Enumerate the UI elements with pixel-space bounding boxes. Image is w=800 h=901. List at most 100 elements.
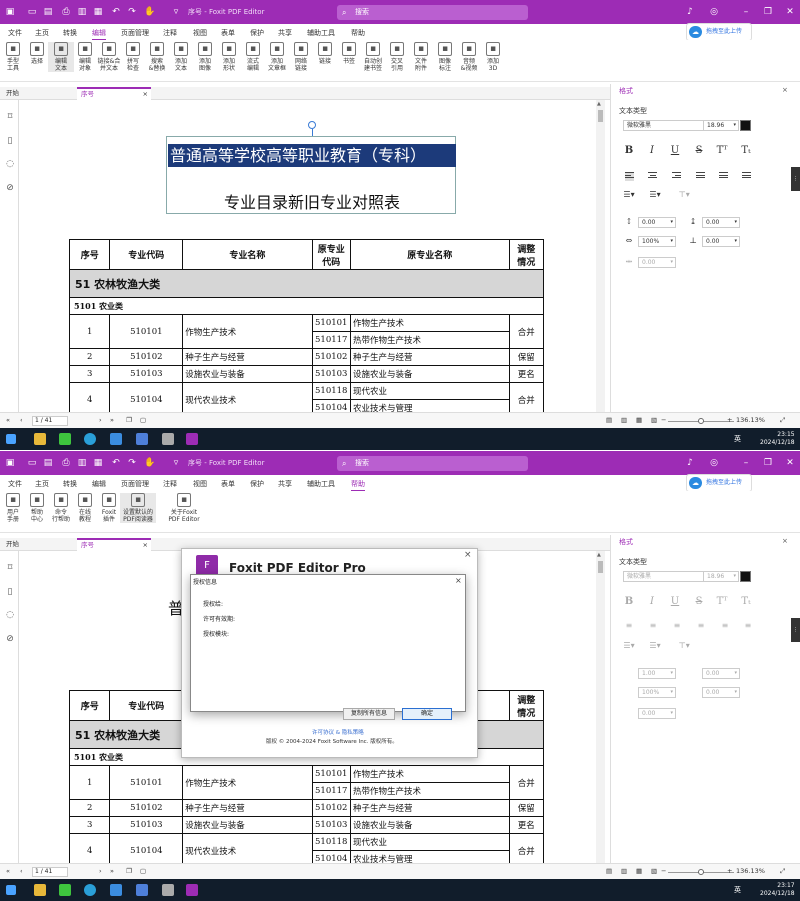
menu-page-manage[interactable]: 页面管理 xyxy=(121,479,149,489)
wechat-icon[interactable] xyxy=(59,433,71,445)
hand-tool-icon[interactable]: ✋ xyxy=(144,6,156,18)
char-spacing-select[interactable]: 0.00 ▾ xyxy=(638,708,676,719)
ribbon-button-cross-ref[interactable]: ▪ 交叉 引用 xyxy=(384,42,410,72)
ribbon-button-media[interactable]: ▪ 音频 &视频 xyxy=(456,42,482,72)
scroll-thumb[interactable] xyxy=(598,110,603,122)
zoom-out-icon[interactable]: − xyxy=(661,867,666,875)
document-title-selected[interactable]: 普通高等学校高等职业教育（专科） xyxy=(168,144,456,167)
panel-close-icon[interactable]: × xyxy=(782,537,788,545)
italic-icon[interactable]: I xyxy=(646,145,658,156)
about-close-icon[interactable]: × xyxy=(464,550,472,560)
minimize-icon[interactable]: – xyxy=(740,457,752,469)
menu-protect[interactable]: 保护 xyxy=(250,479,264,489)
font-family-select[interactable]: 微软雅黑▾ xyxy=(623,120,711,131)
restore-icon[interactable]: ❐ xyxy=(762,6,774,18)
dropdown-icon[interactable]: ▿ xyxy=(170,457,182,469)
line-spacing-select[interactable]: 0.00 ▾ xyxy=(638,217,676,228)
tab-document[interactable]: 序号 × xyxy=(77,538,151,551)
strikethrough-icon[interactable]: S xyxy=(693,596,705,607)
last-page-icon[interactable]: » xyxy=(110,867,114,875)
menu-form[interactable]: 表单 xyxy=(221,28,235,38)
justify-distribute-icon[interactable]: ≡ xyxy=(719,621,731,630)
system-clock[interactable]: 23:15 2024/12/18 xyxy=(760,431,795,447)
facing-icon[interactable]: ▦ xyxy=(636,416,642,424)
windows-start-icon[interactable] xyxy=(6,885,16,895)
close-tab-icon[interactable]: × xyxy=(143,89,148,100)
restore-icon[interactable]: ❐ xyxy=(762,457,774,469)
menu-view[interactable]: 视图 xyxy=(193,28,207,38)
explorer-icon[interactable] xyxy=(34,433,46,445)
document-view[interactable]: 普通高等学校高等职业教育（专科） 专业目录新旧专业对照表 序号 专业代码 专业名称原… xyxy=(19,100,596,412)
line-spacing-select[interactable]: 1.00 ▾ xyxy=(638,668,676,679)
ime-indicator[interactable]: 英 xyxy=(734,885,741,895)
edge-icon[interactable] xyxy=(84,884,96,896)
scroll-up-icon[interactable]: ▲ xyxy=(597,552,601,558)
page-number-input[interactable]: 1 / 41 xyxy=(32,416,68,426)
menu-comment[interactable]: 注释 xyxy=(163,28,177,38)
facing-icon[interactable]: ▦ xyxy=(636,867,642,875)
menu-accessibility[interactable]: 辅助工具 xyxy=(307,479,335,489)
ribbon-button-image-annot[interactable]: ▪ 图像 标注 xyxy=(432,42,458,72)
ribbon-button-add-shape[interactable]: ▪ 添加 形状 xyxy=(216,42,242,72)
ribbon-button-attachment[interactable]: ▪ 文件 附件 xyxy=(408,42,434,72)
search-input[interactable]: ⌕ 搜索 xyxy=(337,5,528,20)
next-page-icon[interactable]: › xyxy=(99,416,102,424)
vertical-scrollbar[interactable]: ▲ xyxy=(596,551,605,863)
font-size-select[interactable]: 18.96 ▾ xyxy=(703,571,739,582)
bullet-list-icon[interactable]: ☰▾ xyxy=(623,641,635,650)
print-icon[interactable]: ⎙ xyxy=(60,457,72,469)
save-icon[interactable]: ▤ xyxy=(42,6,54,18)
menu-view[interactable]: 视图 xyxy=(193,479,207,489)
folder-icon[interactable]: ▭ xyxy=(26,457,38,469)
char-spacing-select[interactable]: 0.00 ▾ xyxy=(638,257,676,268)
undo-icon[interactable]: ↶ xyxy=(110,457,122,469)
redo-icon[interactable]: ↷ xyxy=(126,457,138,469)
ribbon-button-cmd-help[interactable]: ▪ 命令 行帮助 xyxy=(48,493,74,523)
menu-page-manage[interactable]: 页面管理 xyxy=(121,28,149,38)
ribbon-button-edit-text[interactable]: ▪ 编辑 文本 xyxy=(48,42,74,72)
foxit-taskbar-icon[interactable] xyxy=(186,884,198,896)
undo-icon[interactable]: ↶ xyxy=(110,6,122,18)
save-icon[interactable]: ▤ xyxy=(42,457,54,469)
font-size-select[interactable]: 18.96 ▾ xyxy=(703,120,739,131)
panel-close-icon[interactable]: × xyxy=(782,86,788,94)
page-view-icon[interactable]: ❐ xyxy=(126,867,132,875)
ribbon-button-add-image[interactable]: ▪ 添加 图像 xyxy=(192,42,218,72)
last-page-icon[interactable]: » xyxy=(110,416,114,424)
edge-icon[interactable] xyxy=(84,433,96,445)
underline-icon[interactable]: U xyxy=(669,145,681,156)
continuous-icon[interactable]: ▥ xyxy=(621,416,627,424)
page-copy-icon[interactable]: ▢ xyxy=(140,416,146,424)
menu-home[interactable]: 主页 xyxy=(35,479,49,489)
zoom-in-icon[interactable]: + xyxy=(727,867,732,875)
ribbon-button-link[interactable]: ▪ 链接 xyxy=(312,42,338,65)
justify-distribute-icon[interactable] xyxy=(719,172,728,181)
ribbon-button-add-text[interactable]: ▪ 添加 文本 xyxy=(168,42,194,72)
app3-icon[interactable] xyxy=(162,433,174,445)
menu-share[interactable]: 共享 xyxy=(278,28,292,38)
ribbon-button-spellcheck[interactable]: ▪ 拼写 检查 xyxy=(120,42,146,72)
save-as-icon[interactable]: ▥ xyxy=(76,6,88,18)
panel-tab-format[interactable]: 格式 xyxy=(619,537,633,547)
align-right-icon[interactable] xyxy=(672,172,681,181)
save-as-icon[interactable]: ▥ xyxy=(76,457,88,469)
ribbon-button-tutorial[interactable]: ▪ 在线 教程 xyxy=(72,493,98,523)
cover-icon[interactable]: ▧ xyxy=(651,867,657,875)
prev-page-icon[interactable]: ‹ xyxy=(20,416,23,424)
ribbon-button-web-link[interactable]: ▪ 网络 链接 xyxy=(288,42,314,72)
ribbon-button-default-reader[interactable]: ▪ 设置默认的 PDF阅读器 xyxy=(120,493,156,523)
cover-icon[interactable]: ▧ xyxy=(651,416,657,424)
open-icon[interactable]: ▦ xyxy=(92,6,104,18)
align-right-icon[interactable]: ≡ xyxy=(671,621,683,630)
close-icon[interactable]: ✕ xyxy=(784,457,796,469)
panel-tab-format[interactable]: 格式 xyxy=(619,86,633,96)
page-copy-icon[interactable]: ▢ xyxy=(140,867,146,875)
number-list-icon[interactable]: ☰▾ xyxy=(649,190,661,199)
ribbon-button-help[interactable]: ▪ 帮助 中心 xyxy=(24,493,50,523)
ribbon-button-auto-bookmark[interactable]: ▪ 自动创 建书签 xyxy=(360,42,386,72)
menu-file[interactable]: 文件 xyxy=(8,479,22,489)
text-color-swatch[interactable] xyxy=(740,571,751,582)
zoom-level[interactable]: 136.13% xyxy=(736,416,765,424)
align-left-icon[interactable]: ≡ xyxy=(623,621,635,630)
zoom-slider-knob[interactable] xyxy=(698,418,704,424)
